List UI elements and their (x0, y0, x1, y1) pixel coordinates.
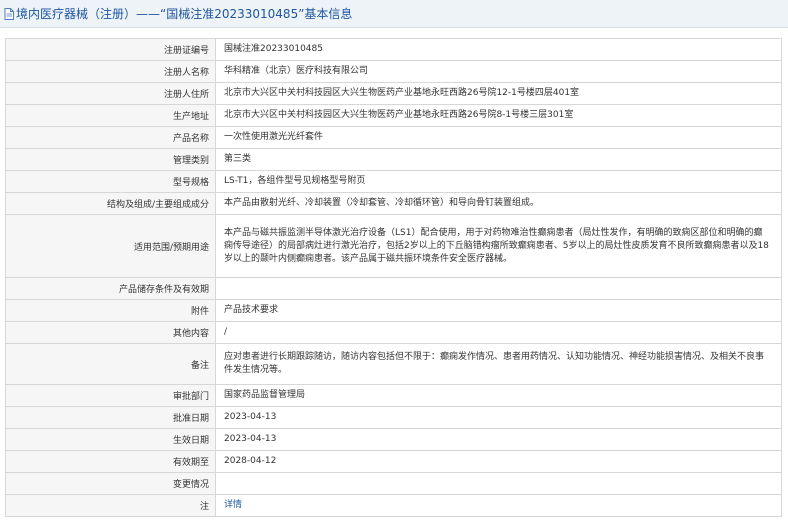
row-label: 注册人住所 (5, 82, 216, 105)
page-header: 境内医疗器械（注册）——“国械注准20233010485”基本信息 (0, 0, 788, 28)
row-label: 批准日期 (5, 406, 216, 429)
row-value: 北京市大兴区中关村科技园区大兴生物医药产业基地永旺西路26号院12-1号楼四层4… (215, 82, 782, 105)
row-value: 国家药品监督管理局 (215, 384, 782, 407)
row-label: 注 (5, 494, 216, 517)
table-row: 变更情况 (5, 472, 782, 495)
table-row: 其他内容 / (5, 321, 782, 344)
table-row: 适用范围/预期用途 本产品与磁共振监测半导体激光治疗设备（LS1）配合使用，用于… (5, 214, 782, 278)
row-label: 变更情况 (5, 472, 216, 495)
row-value: 第三类 (215, 148, 782, 171)
table-row: 型号规格 LS-T1，各组件型号见规格型号附页 (5, 170, 782, 193)
table-row: 结构及组成/主要组成成分 本产品由散射光纤、冷却装置（冷却套管、冷却循环管）和导… (5, 192, 782, 215)
table-row: 有效期至 2028-04-12 (5, 450, 782, 473)
row-value: 北京市大兴区中关村科技园区大兴生物医药产业基地永旺西路26号院8-1号楼三层30… (215, 104, 782, 127)
row-label: 生效日期 (5, 428, 216, 451)
table-row: 产品储存条件及有效期 (5, 277, 782, 300)
row-label: 有效期至 (5, 450, 216, 473)
table-row: 生效日期 2023-04-13 (5, 428, 782, 451)
row-value: 华科精准（北京）医疗科技有限公司 (215, 60, 782, 83)
row-value: 详情 (215, 494, 782, 517)
table-row: 批准日期 2023-04-13 (5, 406, 782, 429)
info-table: 注册证编号 国械注准20233010485 注册人名称 华科精准（北京）医疗科技… (5, 38, 782, 517)
page-title: 境内医疗器械（注册）——“国械注准20233010485”基本信息 (16, 7, 353, 21)
table-row: 生产地址 北京市大兴区中关村科技园区大兴生物医药产业基地永旺西路26号院8-1号… (5, 104, 782, 127)
row-value: 国械注准20233010485 (215, 38, 782, 61)
row-label: 产品名称 (5, 126, 216, 149)
info-container: 注册证编号 国械注准20233010485 注册人名称 华科精准（北京）医疗科技… (0, 28, 788, 517)
row-label: 备注 (5, 343, 216, 385)
document-icon (4, 7, 14, 20)
row-value: 2023-04-13 (215, 406, 782, 429)
table-row: 注 详情 (5, 494, 782, 517)
row-value: LS-T1，各组件型号见规格型号附页 (215, 170, 782, 193)
row-label: 产品储存条件及有效期 (5, 277, 216, 300)
row-value (215, 277, 782, 300)
row-value (215, 472, 782, 495)
table-row: 审批部门 国家药品监督管理局 (5, 384, 782, 407)
row-label: 生产地址 (5, 104, 216, 127)
row-label: 注册证编号 (5, 38, 216, 61)
row-label: 其他内容 (5, 321, 216, 344)
row-value: 2023-04-13 (215, 428, 782, 451)
row-value: 应对患者进行长期跟踪随访，随访内容包括但不限于：癫痫发作情况、患者用药情况、认知… (215, 343, 782, 385)
row-label: 管理类别 (5, 148, 216, 171)
row-value: 本产品与磁共振监测半导体激光治疗设备（LS1）配合使用，用于对药物难治性癫痫患者… (215, 214, 782, 278)
row-value: 一次性使用激光光纤套件 (215, 126, 782, 149)
table-row: 管理类别 第三类 (5, 148, 782, 171)
row-label: 注册人名称 (5, 60, 216, 83)
row-value: 2028-04-12 (215, 450, 782, 473)
row-value: / (215, 321, 782, 344)
row-value: 产品技术要求 (215, 299, 782, 322)
row-value: 本产品由散射光纤、冷却装置（冷却套管、冷却循环管）和导向骨钉装置组成。 (215, 192, 782, 215)
row-label: 型号规格 (5, 170, 216, 193)
details-link[interactable]: 详情 (224, 500, 242, 510)
row-label: 审批部门 (5, 384, 216, 407)
row-label: 适用范围/预期用途 (5, 214, 216, 278)
row-label: 结构及组成/主要组成成分 (5, 192, 216, 215)
table-row: 产品名称 一次性使用激光光纤套件 (5, 126, 782, 149)
table-row: 备注 应对患者进行长期跟踪随访，随访内容包括但不限于：癫痫发作情况、患者用药情况… (5, 343, 782, 385)
table-row: 注册证编号 国械注准20233010485 (5, 38, 782, 61)
table-row: 附件 产品技术要求 (5, 299, 782, 322)
table-row: 注册人住所 北京市大兴区中关村科技园区大兴生物医药产业基地永旺西路26号院12-… (5, 82, 782, 105)
table-row: 注册人名称 华科精准（北京）医疗科技有限公司 (5, 60, 782, 83)
row-label: 附件 (5, 299, 216, 322)
